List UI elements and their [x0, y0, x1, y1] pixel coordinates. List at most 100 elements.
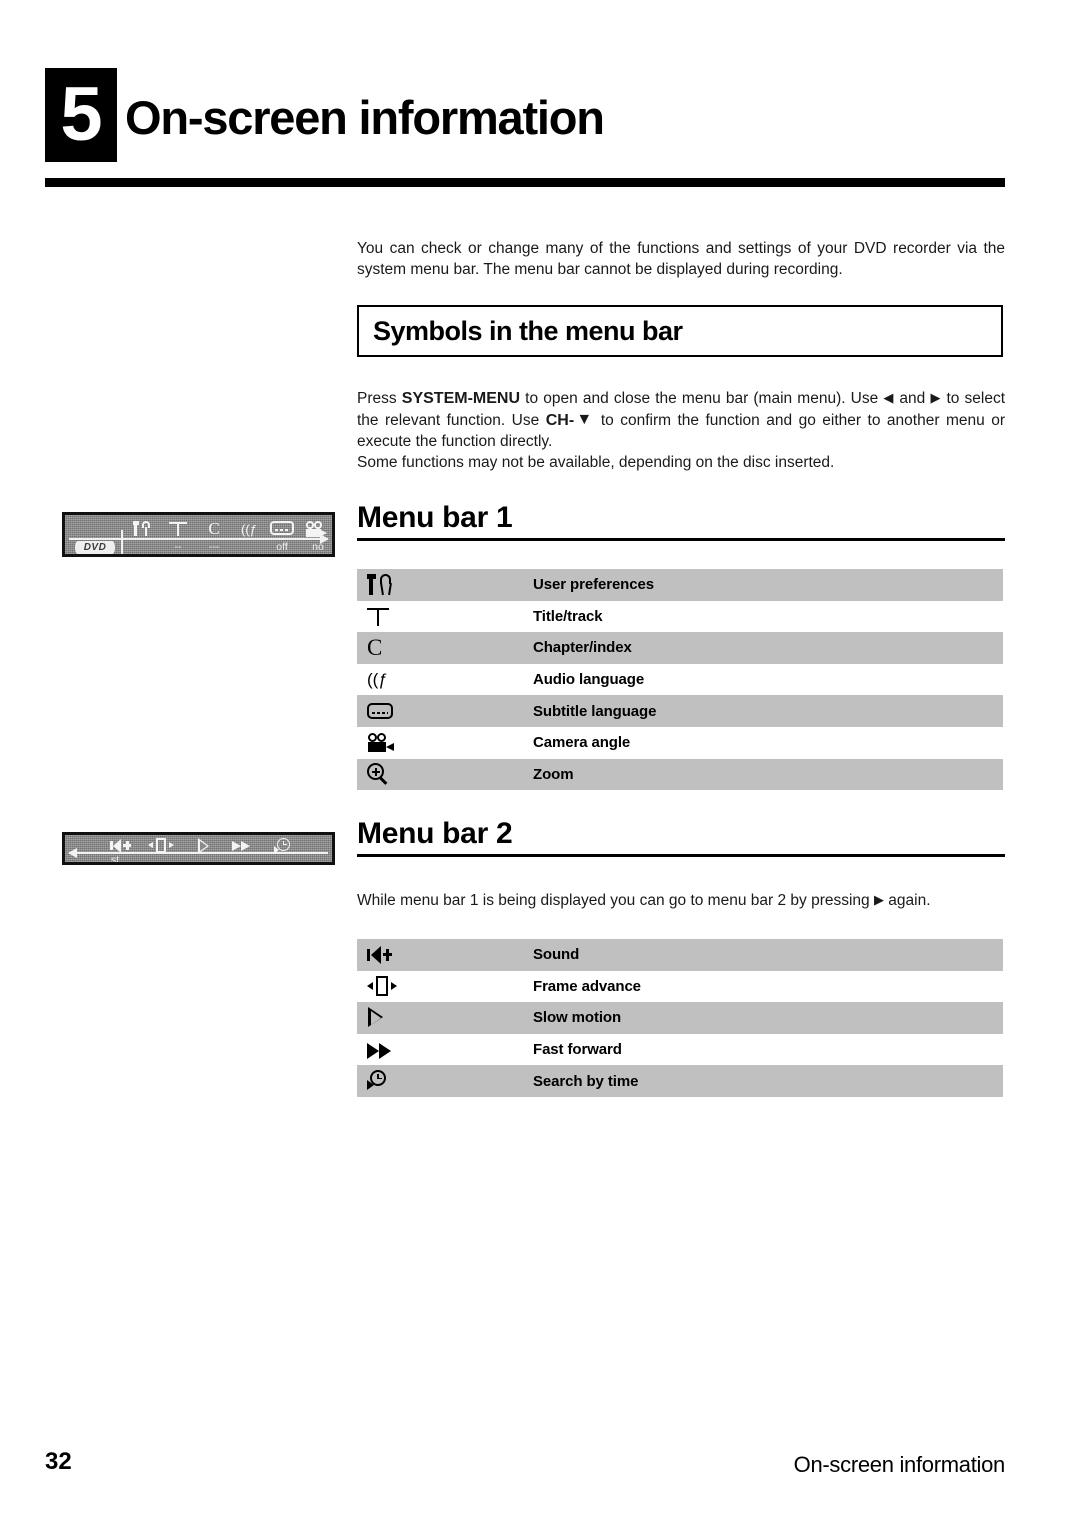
section-heading-title: Symbols in the menu bar: [373, 316, 683, 346]
search-by-time-glyph: [274, 838, 294, 855]
ch-down-key-label: CH-: [545, 412, 575, 429]
menu-bar-1-heading-text: Menu bar 1: [357, 501, 513, 534]
row-label: Frame advance: [533, 977, 641, 995]
frame-advance-glyph: [148, 838, 174, 853]
slow-motion-icon: [367, 1007, 387, 1028]
fast-forward-icon: [367, 1040, 397, 1060]
title-track-icon: [367, 606, 389, 627]
row-label: Zoom: [533, 765, 574, 783]
intro-paragraph: You can check or change many of the func…: [357, 240, 1005, 278]
row-icon-cell: [357, 759, 533, 791]
osd-value-camera-angle: no: [312, 541, 324, 553]
subtitle-language-glyph: [270, 521, 294, 536]
sound-glyph: [110, 838, 132, 853]
system-menu-key-label: SYSTEM-MENU: [401, 390, 521, 407]
osd-item-sound: [109, 838, 133, 855]
row-label: Search by time: [533, 1072, 639, 1090]
osd-value-title-track: --: [174, 541, 182, 553]
press-text-6: Some functions may not be available, dep…: [357, 454, 835, 471]
table-row: Title/track: [357, 600, 1003, 633]
press-text-1: Press: [357, 390, 397, 407]
osd-value-subtitle-language: off: [276, 541, 288, 553]
row-label: Chapter/index: [533, 639, 632, 657]
table-row: Fast forward: [357, 1033, 1003, 1066]
page-number: 32: [45, 1448, 72, 1475]
osd-item-frame-advance: [147, 838, 175, 855]
row-icon-cell: [357, 601, 533, 633]
table-row: User preferences: [357, 569, 1003, 601]
row-icon-cell: C: [357, 632, 533, 664]
user-preferences-icon: [127, 521, 155, 538]
subtitle-language-icon: [367, 702, 393, 720]
user-preferences-icon: [366, 574, 393, 596]
table-row: Search by time: [357, 1065, 1003, 1097]
row-icon-cell: [357, 727, 533, 759]
row-icon-cell: [357, 939, 533, 971]
menu-bar-2-note-text-2: again.: [888, 892, 931, 909]
row-icon-cell: [357, 569, 533, 601]
osd-item-slow-motion: [195, 838, 215, 855]
sound-icon: [109, 838, 133, 855]
camera-angle-glyph: [306, 521, 330, 537]
right-arrow-icon: ▶: [873, 892, 884, 907]
osd-left-arrow-icon: [68, 848, 77, 858]
fast-forward-glyph: [232, 839, 256, 854]
chapter-number-badge: 5: [45, 68, 117, 162]
row-icon-cell: [357, 1065, 533, 1097]
table-row: Subtitle language: [357, 695, 1003, 727]
osd-item-search-by-time: [273, 838, 295, 855]
osd-item-fast-forward: [231, 839, 257, 856]
osd-vertical-divider: [121, 530, 123, 554]
audio-language-icon: ((ƒ: [235, 521, 263, 538]
row-label: Fast forward: [533, 1041, 622, 1059]
subtitle-language-icon: [268, 521, 296, 538]
table-row: Slow motion: [357, 1002, 1003, 1034]
search-by-time-icon: [273, 838, 295, 855]
osd-item-title-track: --: [165, 521, 191, 554]
zoom-icon: [367, 763, 391, 786]
slow-motion-glyph: [197, 838, 213, 854]
down-arrow-icon: ▼: [574, 411, 595, 428]
osd-item-chapter-index: C ---: [201, 519, 227, 554]
row-icon-cell: ((ƒ: [357, 664, 533, 696]
slow-motion-icon: [195, 838, 215, 855]
table-row: C Chapter/index: [357, 632, 1003, 664]
press-text-3: and: [899, 390, 926, 407]
osd-item-audio-language: ((ƒ: [235, 521, 263, 541]
row-icon-cell: [357, 1034, 533, 1066]
title-track-icon: [165, 521, 191, 538]
row-label: Slow motion: [533, 1009, 622, 1027]
table-row: Zoom: [357, 758, 1003, 791]
osd-item-subtitle-language: off: [268, 521, 296, 554]
search-by-time-icon: [367, 1070, 391, 1092]
row-label: Camera angle: [533, 734, 631, 752]
menu-bar-2-heading-text: Menu bar 2: [357, 817, 513, 850]
section-heading-box: Symbols in the menu bar: [357, 305, 1003, 357]
table-row: Camera angle: [357, 726, 1003, 759]
menu-bar-1-heading: Menu bar 1: [357, 500, 1005, 541]
table-row: Frame advance: [357, 970, 1003, 1003]
table-row: ((ƒ Audio language: [357, 663, 1003, 696]
menu-bar-2-note: While menu bar 1 is being displayed you …: [357, 889, 1005, 911]
chapter-header: 5 On-screen information: [45, 68, 1005, 168]
row-label: Subtitle language: [533, 702, 657, 720]
camera-angle-icon: [367, 732, 395, 753]
row-icon-cell: [357, 695, 533, 727]
row-label: Title/track: [533, 607, 603, 625]
menu-bar-2-note-text-1: While menu bar 1 is being displayed you …: [357, 892, 870, 909]
frame-advance-icon: [367, 976, 397, 997]
menu-bar-1-symbol-table: User preferences Title/track C Chapter/i…: [357, 569, 1003, 791]
chapter-index-glyph: C: [208, 519, 220, 538]
osd-item-user-preferences: [127, 521, 155, 541]
osd-menu-bar-2-image: st: [62, 832, 335, 865]
frame-advance-icon: [147, 838, 175, 855]
header-divider: [45, 178, 1005, 187]
chapter-index-icon: C: [367, 635, 383, 661]
osd-item-camera-angle: no: [305, 521, 331, 554]
page-title: On-screen information: [125, 91, 605, 144]
right-arrow-icon: ▶: [930, 390, 942, 405]
menu-bar-2-heading: Menu bar 2: [357, 816, 1005, 857]
osd-status-label: st: [110, 854, 120, 865]
audio-language-glyph: ((ƒ: [241, 522, 257, 537]
row-label: User preferences: [533, 576, 654, 594]
